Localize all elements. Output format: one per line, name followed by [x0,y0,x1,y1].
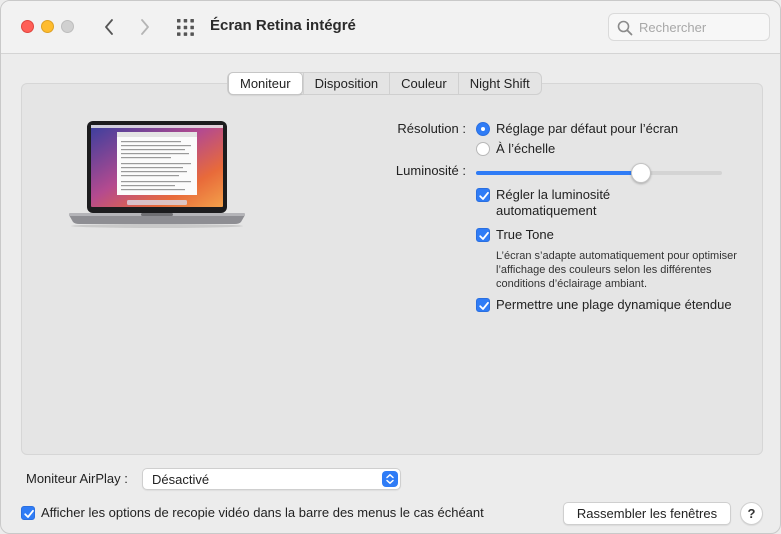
resolution-default-label[interactable]: Réglage par défaut pour l’écran [496,121,678,136]
brightness-slider[interactable] [476,163,722,183]
true-tone-description: L’écran s’adapte automatiquement pour op… [496,250,737,290]
resolution-scaled-radio[interactable] [476,142,490,156]
search-input[interactable] [639,19,764,36]
slider-fill [476,171,641,175]
auto-brightness-label-line2[interactable]: automatiquement [496,203,596,218]
show-all-button[interactable] [176,18,195,37]
airplay-label: Moniteur AirPlay : [26,471,128,486]
hdr-checkbox[interactable] [476,298,490,312]
tab-bar: Moniteur Disposition Couleur Night Shift [227,72,542,95]
forward-button[interactable] [133,15,157,39]
search-field[interactable] [608,13,770,41]
system-preferences-window: Écran Retina intégré Moniteur Dispositio… [0,0,781,534]
tab-moniteur[interactable]: Moniteur [228,72,303,95]
search-icon [617,20,633,36]
zoom-window-button[interactable] [61,20,74,33]
chevron-right-icon [141,19,149,35]
minimize-window-button[interactable] [41,20,54,33]
tab-disposition[interactable]: Disposition [302,73,390,94]
airplay-select-value: Désactivé [152,472,210,487]
tab-night-shift[interactable]: Night Shift [457,73,541,94]
auto-brightness-checkbox[interactable] [476,188,490,202]
window-title: Écran Retina intégré [210,17,356,34]
checkmark-icon [479,301,489,310]
resolution-label: Résolution : [397,121,466,136]
true-tone-label[interactable]: True Tone [496,227,554,242]
auto-brightness-label-line1[interactable]: Régler la luminosité [496,187,610,202]
titlebar: Écran Retina intégré [1,1,780,54]
help-button[interactable]: ? [740,502,763,525]
back-button[interactable] [97,15,121,39]
checkmark-icon [479,191,489,200]
airplay-select[interactable]: Désactivé [142,468,401,490]
chevron-left-icon [105,19,113,35]
checkmark-icon [479,231,489,240]
mirror-options-checkbox[interactable] [21,506,35,520]
resolution-scaled-label[interactable]: À l’échelle [496,141,555,156]
laptop-illustration [69,121,245,228]
checkmark-icon [24,509,34,518]
tab-couleur[interactable]: Couleur [389,73,458,94]
close-window-button[interactable] [21,20,34,33]
mirror-options-label[interactable]: Afficher les options de recopie vidéo da… [41,505,484,520]
grid-icon [177,19,194,36]
hdr-label[interactable]: Permettre une plage dynamique étendue [496,297,732,312]
true-tone-checkbox[interactable] [476,228,490,242]
slider-thumb[interactable] [631,163,651,183]
updown-arrows-icon [382,471,398,487]
gather-windows-button[interactable]: Rassembler les fenêtres [563,502,731,525]
resolution-default-radio[interactable] [476,122,490,136]
brightness-label: Luminosité : [395,163,466,178]
